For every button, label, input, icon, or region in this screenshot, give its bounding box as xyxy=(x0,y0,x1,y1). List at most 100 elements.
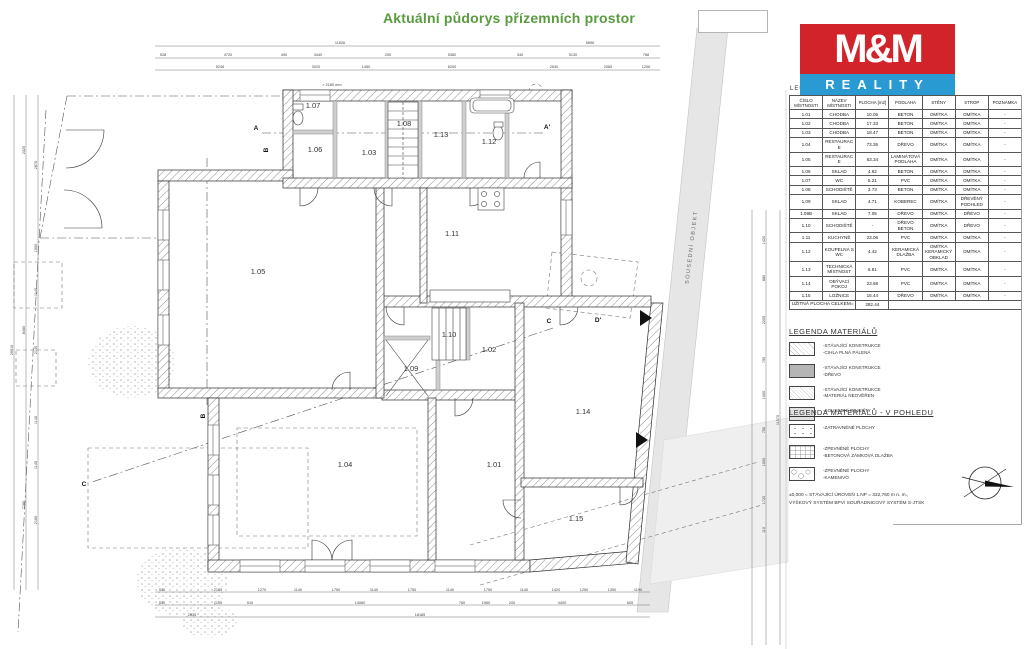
svg-text:490: 490 xyxy=(281,53,287,57)
drawing-sheet: SOUSEDNÍ OBJEKT xyxy=(0,0,1024,649)
svg-text:11826: 11826 xyxy=(335,41,345,45)
svg-text:≈ 2180 mm: ≈ 2180 mm xyxy=(323,83,342,87)
mm-reality-logo: M&M REALITY xyxy=(800,24,955,95)
svg-text:1.07: 1.07 xyxy=(306,101,321,110)
svg-text:C: C xyxy=(547,318,552,325)
svg-text:2870: 2870 xyxy=(34,161,38,169)
svg-text:1.04: 1.04 xyxy=(338,460,353,469)
svg-text:1750: 1750 xyxy=(408,588,416,592)
svg-text:5896: 5896 xyxy=(586,41,594,45)
svg-text:1250: 1250 xyxy=(580,588,588,592)
svg-text:1.12: 1.12 xyxy=(482,137,497,146)
svg-text:340: 340 xyxy=(517,53,523,57)
svg-text:1.02: 1.02 xyxy=(482,345,497,354)
svg-text:2065: 2065 xyxy=(604,65,612,69)
svg-text:3020: 3020 xyxy=(312,65,320,69)
svg-text:1140: 1140 xyxy=(370,588,378,592)
page-title: Aktuální půdorys přízemních prostor xyxy=(383,10,683,26)
legend-item: -STÁVAJÍCÍ KONSTRUKCE-MATERIÁL NEOVĚŘEN xyxy=(789,386,1022,401)
toilet-icon xyxy=(293,111,303,125)
svg-text:1390: 1390 xyxy=(608,588,616,592)
legend-item: -STÁVAJÍCÍ KONSTRUKCE-CIHLA PLNÁ PÁLENÁ xyxy=(789,342,1022,357)
svg-text:1960: 1960 xyxy=(482,601,490,605)
svg-text:2140: 2140 xyxy=(34,346,38,354)
datum-note: ±0,000 = STÁVAJÍCÍ ÚROVEŇ 1.NP = 332,760… xyxy=(789,492,924,508)
svg-text:2205: 2205 xyxy=(762,316,766,324)
svg-text:200: 200 xyxy=(509,601,515,605)
svg-text:1000: 1000 xyxy=(762,458,766,466)
svg-text:1145: 1145 xyxy=(34,461,38,469)
svg-text:5246: 5246 xyxy=(216,65,224,69)
svg-text:4400: 4400 xyxy=(558,601,566,605)
svg-text:530: 530 xyxy=(159,601,165,605)
legend-item: -ZATRAVNĚNÉ PLOCHY xyxy=(789,424,1022,438)
svg-text:C: C xyxy=(82,481,87,488)
svg-text:1450: 1450 xyxy=(362,65,370,69)
svg-text:750: 750 xyxy=(762,427,766,433)
svg-text:5380: 5380 xyxy=(448,53,456,57)
svg-text:1270: 1270 xyxy=(258,588,266,592)
svg-text:B: B xyxy=(263,147,270,152)
svg-text:D': D' xyxy=(595,317,602,324)
legend-item: -STÁVAJÍCÍ KONSTRUKCE-DŘEVO xyxy=(789,364,1022,379)
logo-reality: REALITY xyxy=(800,74,955,95)
svg-text:1140: 1140 xyxy=(294,588,302,592)
svg-text:1206: 1206 xyxy=(642,65,650,69)
svg-text:1420: 1420 xyxy=(552,588,560,592)
sheet-border-bottom xyxy=(893,524,1022,525)
grid-swatch xyxy=(789,445,815,459)
svg-text:760: 760 xyxy=(459,601,465,605)
compass-needle xyxy=(985,481,1014,488)
svg-text:1.15: 1.15 xyxy=(569,514,584,523)
svg-text:1720: 1720 xyxy=(762,496,766,504)
svg-text:4720: 4720 xyxy=(224,53,232,57)
svg-text:1.13: 1.13 xyxy=(434,130,449,139)
svg-text:528: 528 xyxy=(160,53,166,57)
svg-text:1.10: 1.10 xyxy=(442,330,457,339)
hatch-brick-swatch xyxy=(789,342,815,356)
svg-text:1500: 1500 xyxy=(34,244,38,252)
svg-text:2105: 2105 xyxy=(214,601,222,605)
svg-text:A: A xyxy=(254,125,259,132)
svg-text:1140: 1140 xyxy=(520,588,528,592)
svg-text:768: 768 xyxy=(643,53,649,57)
svg-text:605: 605 xyxy=(627,601,633,605)
svg-text:A': A' xyxy=(544,124,551,131)
svg-text:2320: 2320 xyxy=(22,146,26,154)
svg-text:1190: 1190 xyxy=(634,588,642,592)
svg-text:1140: 1140 xyxy=(34,288,38,296)
svg-text:510: 510 xyxy=(247,601,253,605)
legend-materials-view-title: LEGENDA MATERIÁLŮ - V POHLEDU xyxy=(789,408,933,417)
svg-text:790: 790 xyxy=(762,357,766,363)
svg-text:20510: 20510 xyxy=(10,345,14,356)
svg-text:3440: 3440 xyxy=(314,53,322,57)
svg-text:1.11: 1.11 xyxy=(445,229,459,238)
blank-label-box xyxy=(698,10,768,33)
svg-text:1.14: 1.14 xyxy=(576,407,591,416)
svg-text:1.01: 1.01 xyxy=(487,460,502,469)
svg-text:5130: 5130 xyxy=(569,53,577,57)
svg-text:530: 530 xyxy=(159,588,165,592)
counter-icon xyxy=(430,290,510,302)
svg-text:1140: 1140 xyxy=(446,588,454,592)
svg-text:6200: 6200 xyxy=(448,65,456,69)
svg-text:1750: 1750 xyxy=(484,588,492,592)
solid-gray-swatch xyxy=(789,364,815,378)
dots-swatch xyxy=(789,424,815,438)
stones-swatch xyxy=(789,467,815,481)
north-compass xyxy=(952,455,1022,515)
svg-text:7780: 7780 xyxy=(22,501,26,509)
svg-text:B: B xyxy=(200,413,207,418)
svg-text:1140: 1140 xyxy=(34,416,38,424)
sheet-border-right xyxy=(1021,95,1022,525)
svg-text:880: 880 xyxy=(762,275,766,281)
floor-plan: SOUSEDNÍ OBJEKT xyxy=(0,0,790,649)
svg-text:11570: 11570 xyxy=(776,415,780,425)
room-table: ČÍSLO MÍSTNOSTINÁZEV MÍSTNOSTIPLOCHA [m2… xyxy=(789,95,1022,310)
svg-text:2105: 2105 xyxy=(214,588,222,592)
svg-text:1420: 1420 xyxy=(762,236,766,244)
hatch-unverified-swatch xyxy=(789,386,815,400)
svg-text:1.08: 1.08 xyxy=(397,119,412,128)
svg-text:2635: 2635 xyxy=(188,613,196,617)
svg-text:13060: 13060 xyxy=(355,601,366,605)
